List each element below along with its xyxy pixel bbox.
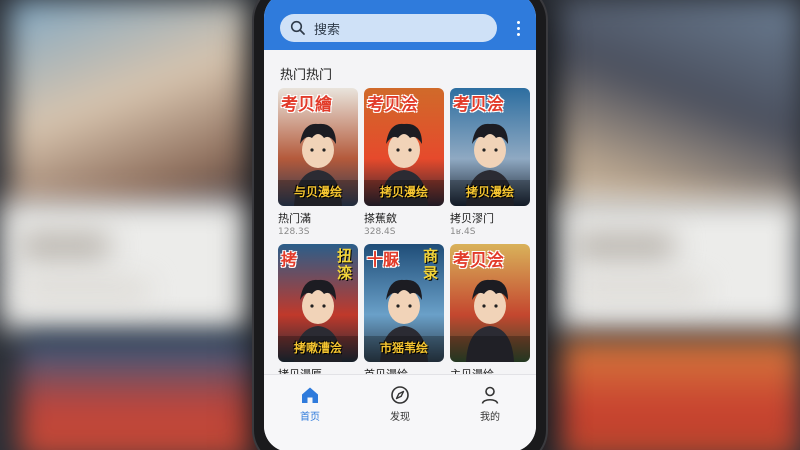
comic-card[interactable]: 十脲商录市猺苇绘首贝漫绘 [364, 244, 444, 382]
cover-title-text: 拷 [281, 250, 298, 269]
search-input[interactable]: 搜索 [280, 14, 497, 42]
comic-card[interactable]: 考贝浍拷贝漫绘搽蕉斂 328.4S [364, 88, 444, 237]
cover-title-text: 十脲 [367, 250, 400, 269]
comic-cover[interactable]: 考贝浍 [450, 244, 530, 362]
bg-blur-text-right-2 [575, 282, 705, 298]
comic-cover[interactable]: 考贝浍拷贝漫绘 [364, 88, 444, 206]
comic-title: 热门滿 [278, 212, 311, 225]
comic-card[interactable]: 考贝浍拷贝漫绘拷贝漻门 1ʁ.4S [450, 88, 530, 237]
cover-title-text: 考贝浍 [453, 251, 504, 271]
comic-cover[interactable]: 考贝浍拷贝漫绘 [450, 88, 530, 206]
more-options-icon[interactable] [510, 14, 526, 42]
cover-title-text: 考贝浍 [367, 95, 418, 115]
bg-blur-panel-left [0, 200, 250, 330]
tab-home-label: 首页 [300, 412, 320, 423]
cover-side-text: 商录 [423, 247, 439, 282]
tab-home[interactable]: 首页 [280, 385, 340, 423]
bg-blur-text-left-2 [20, 282, 150, 298]
cover-side-text: 扭滦 [337, 247, 353, 282]
comic-cover[interactable]: 十脲 商录市猺苇绘 [364, 244, 444, 362]
tab-profile[interactable]: 我的 [460, 385, 520, 423]
bg-blur-text-right [575, 232, 675, 260]
bg-blur-cover-left-bottom [20, 340, 255, 450]
comic-cover[interactable]: 考贝繪与贝漫绘 [278, 88, 358, 206]
comic-meta: 128.3S [278, 227, 310, 237]
search-placeholder: 搜索 [314, 22, 341, 38]
bg-blur-cover-right [560, 0, 800, 215]
cover-subtitle-text: 拷贝漫绘 [379, 185, 428, 199]
tab-profile-label: 我的 [480, 412, 500, 423]
section-title: 热门热门 [280, 68, 333, 83]
phone-screen: 搜索 热门热门 考贝繪 与贝漫绘 热门滿 128.3S 考贝浍 拷贝漫绘 搽蕉斂 328.4S… [264, 0, 536, 450]
bottom-tab-bar: 首页 发现 我的 [264, 374, 536, 450]
comic-meta: 1ʁ.4S [450, 227, 476, 237]
bg-blur-panel-right [555, 200, 800, 330]
comic-title: 搽蕉斂 [364, 212, 397, 225]
compass-icon [391, 386, 409, 404]
cover-subtitle-text: 拷贝漫绘 [465, 185, 514, 199]
phone-frame: 搜索 热门热门 考贝繪 与贝漫绘 热门滿 128.3S 考贝浍 拷贝漫绘 搽蕉斂 328.4S… [254, 0, 546, 450]
comic-card[interactable]: 考贝浍主贝漫绘 [450, 244, 530, 382]
comic-meta: 328.4S [364, 227, 396, 237]
home-icon [302, 387, 318, 403]
bg-blur-text-left [20, 232, 110, 260]
cover-title-text: 考贝浍 [453, 95, 504, 115]
user-icon [481, 386, 499, 404]
bg-blur-cover-right-bottom [560, 340, 800, 450]
bg-blur-cover-left [10, 0, 250, 215]
cover-subtitle-text: 市猺苇绘 [379, 341, 428, 355]
tab-discover[interactable]: 发现 [370, 385, 430, 423]
app-bar: 搜索 [264, 0, 536, 50]
cover-title-text: 考贝繪 [281, 95, 332, 115]
comic-cover[interactable]: 拷 扭滦拷嗽漕浍 [278, 244, 358, 362]
cover-subtitle-text: 与贝漫绘 [293, 185, 342, 199]
tab-discover-label: 发现 [390, 412, 410, 423]
comic-title: 拷贝漻门 [450, 212, 494, 225]
cover-subtitle-text: 拷嗽漕浍 [293, 341, 342, 355]
comic-card[interactable]: 考贝繪与贝漫绘热门滿 128.3S [278, 88, 358, 237]
search-icon [290, 20, 305, 35]
comic-card[interactable]: 拷扭滦拷嗽漕浍拷贝漫匾 [278, 244, 358, 382]
